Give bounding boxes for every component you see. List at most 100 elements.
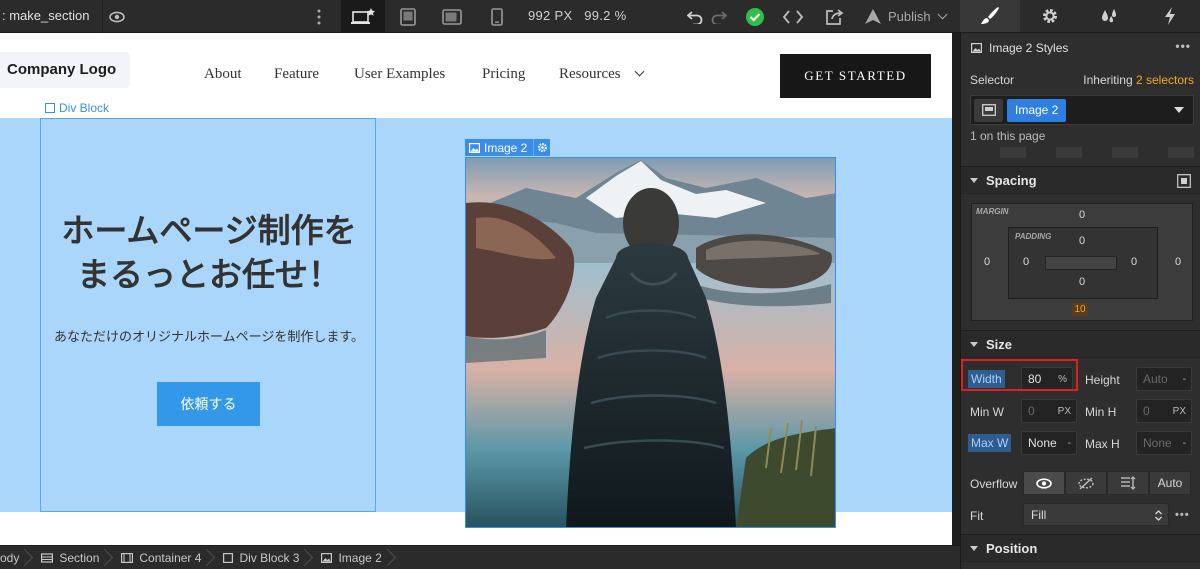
- breadcrumb-label: Image 2: [338, 550, 382, 565]
- image-settings-gear-icon[interactable]: [533, 139, 550, 156]
- container-icon: [121, 552, 134, 563]
- tablet-landscape-icon[interactable]: [386, 0, 430, 33]
- selector-element-icon[interactable]: [974, 98, 1003, 122]
- image-selection-label[interactable]: Image 2: [465, 139, 551, 156]
- margin-left-value[interactable]: 0: [984, 256, 990, 268]
- panel-tabs: [960, 0, 1200, 33]
- padding-left-value[interactable]: 0: [1023, 256, 1029, 268]
- div-block[interactable]: ホームページ制作を まるっとお任せ！ あなただけのオリジナルホームページを制作し…: [40, 118, 376, 512]
- interactions-lightning-icon[interactable]: [1140, 0, 1200, 32]
- design-canvas[interactable]: Company Logo About Feature User Examples…: [0, 33, 952, 545]
- hero-heading-line-2: まるっとお任せ！: [77, 255, 341, 294]
- min-width-unit[interactable]: PX: [1058, 406, 1071, 417]
- height-unit[interactable]: -: [1183, 374, 1186, 385]
- breadcrumb-label: Div Block 3: [239, 550, 300, 565]
- breadcrumb-div-block[interactable]: Div Block 3: [211, 546, 309, 569]
- nav-link-resources[interactable]: Resources: [559, 66, 645, 83]
- max-width-input[interactable]: None -: [1021, 431, 1077, 455]
- size-section-header[interactable]: Size: [961, 330, 1200, 358]
- rocket-icon: [865, 8, 881, 24]
- page-name[interactable]: : make_section: [0, 0, 89, 33]
- select-arrows-icon: [1155, 510, 1162, 521]
- inheriting-selectors-link[interactable]: 2 selectors: [1136, 73, 1194, 87]
- min-width-input[interactable]: 0 PX: [1021, 399, 1077, 423]
- export-icon[interactable]: [822, 0, 848, 33]
- nav-link-pricing[interactable]: Pricing: [482, 66, 525, 83]
- margin-top-value[interactable]: 0: [1079, 209, 1085, 221]
- undo-icon[interactable]: [684, 0, 706, 33]
- div-block-label: Div Block: [45, 101, 109, 115]
- position-section-header[interactable]: Position: [961, 534, 1200, 562]
- spacing-box-icon[interactable]: [1177, 174, 1191, 188]
- min-height-input[interactable]: 0 PX: [1136, 399, 1192, 423]
- min-height-unit[interactable]: PX: [1173, 406, 1186, 417]
- hero-image[interactable]: [465, 157, 836, 528]
- div-block-icon: [45, 103, 55, 113]
- code-icon[interactable]: [780, 0, 806, 33]
- selector-dropdown-icon[interactable]: [1174, 107, 1184, 113]
- breadcrumb-section[interactable]: Section: [29, 546, 109, 569]
- nav-link-about[interactable]: About: [204, 66, 242, 83]
- chevron-down-icon: [937, 9, 948, 20]
- height-input[interactable]: Auto -: [1136, 367, 1192, 391]
- fit-more-icon[interactable]: •••: [1175, 509, 1190, 521]
- padding-top-value[interactable]: 0: [1079, 235, 1085, 247]
- overflow-hidden-eye-slash-icon[interactable]: [1065, 471, 1107, 495]
- spacing-title: Spacing: [986, 172, 1037, 188]
- breadcrumb-image[interactable]: Image 2: [309, 546, 391, 569]
- style-tab-brush-icon[interactable]: [960, 0, 1020, 32]
- canvas-width: 992 PX: [528, 8, 573, 23]
- min-height-label: Min H: [1085, 405, 1117, 419]
- max-height-unit[interactable]: -: [1183, 438, 1186, 449]
- nav-link-user-examples[interactable]: User Examples: [354, 66, 445, 83]
- selector-row: Selector Inheriting 2 selectors: [970, 73, 1194, 87]
- height-label: Height: [1085, 373, 1120, 387]
- desktop-breakpoint-icon[interactable]: [341, 0, 385, 33]
- panel-header: Image 2 Styles •••: [961, 33, 1200, 62]
- more-options-icon[interactable]: [306, 0, 332, 33]
- tablet-portrait-icon[interactable]: [430, 0, 474, 33]
- object-fit-select[interactable]: Fill: [1023, 503, 1169, 526]
- hero-heading[interactable]: ホームページ制作を まるっとお任せ！: [41, 209, 377, 297]
- padding-bottom-value[interactable]: 0: [1079, 276, 1085, 288]
- overflow-scroll-icon[interactable]: [1107, 471, 1149, 495]
- inheriting-info: Inheriting 2 selectors: [1083, 73, 1194, 87]
- element-breadcrumbs: ody Section Container 4 Div Block 3 Imag…: [0, 545, 960, 569]
- size-title: Size: [986, 336, 1013, 352]
- zoom-level: 99.2 %: [584, 8, 627, 23]
- nav-link-feature[interactable]: Feature: [274, 66, 319, 83]
- redo-icon[interactable]: [708, 0, 730, 33]
- mobile-icon[interactable]: [475, 0, 519, 33]
- site-navbar: Company Logo About Feature User Examples…: [0, 33, 952, 118]
- style-manager-drops-icon[interactable]: [1080, 0, 1140, 32]
- breadcrumb-body[interactable]: ody: [0, 546, 29, 569]
- breadcrumb-label: Container 4: [139, 550, 202, 565]
- breadcrumb-label: Section: [59, 550, 100, 565]
- breadcrumb-container[interactable]: Container 4: [109, 546, 211, 569]
- get-started-button[interactable]: GET STARTED: [780, 54, 931, 98]
- collapse-triangle-icon: [970, 177, 978, 183]
- spacing-section-header[interactable]: Spacing: [961, 166, 1200, 194]
- margin-bottom-value[interactable]: 10: [1072, 303, 1088, 316]
- settings-gear-icon[interactable]: [1020, 0, 1080, 32]
- selector-field[interactable]: Image 2: [970, 95, 1194, 125]
- padding-right-value[interactable]: 0: [1131, 256, 1137, 268]
- panel-more-icon[interactable]: •••: [1175, 39, 1191, 53]
- image-icon: [321, 552, 333, 563]
- preview-eye-icon[interactable]: [102, 0, 130, 33]
- publish-button[interactable]: Publish: [864, 0, 948, 33]
- padding-box: PADDING 0 0 0 0: [1008, 227, 1158, 299]
- max-width-label[interactable]: Max W: [968, 434, 1012, 452]
- top-toolbar: : make_section 992 PX 99.2 % Publish: [0, 0, 960, 33]
- overflow-auto-button[interactable]: Auto: [1149, 471, 1191, 495]
- overflow-visible-eye-icon[interactable]: [1023, 471, 1065, 495]
- padding-label: PADDING: [1015, 232, 1052, 241]
- margin-right-value[interactable]: 0: [1175, 256, 1181, 268]
- hero-subtitle[interactable]: あなただけのオリジナルホームページを制作します。: [41, 326, 377, 345]
- max-width-unit[interactable]: -: [1068, 438, 1071, 449]
- max-height-input[interactable]: None -: [1136, 431, 1192, 455]
- company-logo[interactable]: Company Logo: [0, 52, 130, 88]
- selector-tag[interactable]: Image 2: [1007, 98, 1067, 122]
- min-width-label: Min W: [970, 405, 1004, 419]
- request-button[interactable]: 依頼する: [157, 382, 260, 426]
